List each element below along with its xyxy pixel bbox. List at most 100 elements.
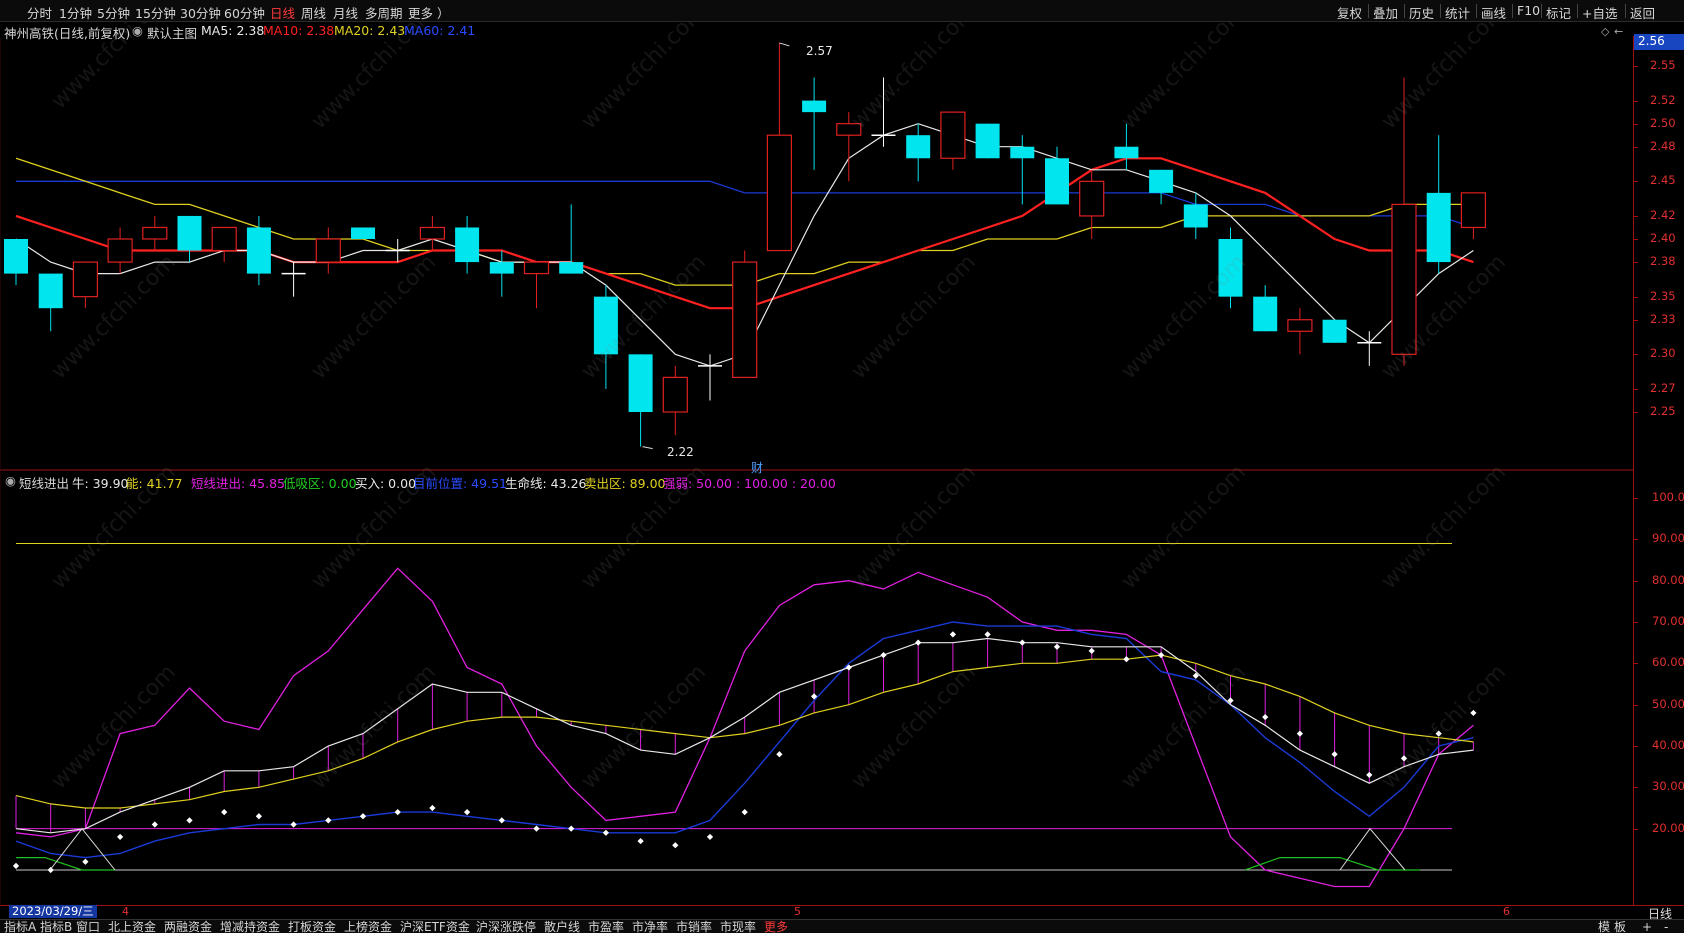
stock-title[interactable]: 神州高铁(日线,前复权): [4, 23, 130, 42]
btab-window[interactable]: 窗口: [76, 920, 100, 933]
statistics-button[interactable]: 统计: [1445, 3, 1470, 22]
btab-pcf[interactable]: 市现率: [720, 920, 756, 933]
board-button[interactable]: 板: [1614, 920, 1626, 933]
btab-pe[interactable]: 市盈率: [588, 920, 624, 933]
ma60-value: MA60: 2.41: [404, 23, 476, 38]
btab-etf-fund[interactable]: 沪深ETF资金: [400, 920, 470, 933]
history-button[interactable]: 历史: [1409, 3, 1434, 22]
main-indicator-name[interactable]: 默认主图: [147, 23, 197, 42]
low-zone-left: [16, 856, 115, 871]
btab-holding-change[interactable]: 增减持资金: [220, 920, 280, 933]
price-axis: [1633, 36, 1684, 906]
bottom-tabbar: 指标A 指标B 窗口 北上资金 两融资金 增减持资金 打板资金 上榜资金 沪深E…: [0, 919, 1684, 933]
price-label: 2.35: [1650, 288, 1676, 303]
btab-limit-stats[interactable]: 沪深涨跌停: [476, 920, 536, 933]
zoom-in-button[interactable]: +: [1642, 920, 1652, 933]
candle-body: [1322, 319, 1347, 343]
position-dot: [568, 825, 575, 832]
line-ma60: [16, 180, 1474, 229]
position-dot: [325, 817, 332, 824]
tab-1min[interactable]: 1分钟: [59, 3, 92, 22]
template-button[interactable]: 模: [1598, 920, 1610, 933]
price-label: 2.33: [1650, 311, 1676, 326]
position-dot: [880, 651, 887, 659]
tab-weekly[interactable]: 周线: [301, 3, 326, 22]
btab-margin[interactable]: 两融资金: [164, 920, 212, 933]
btab-indicator-a[interactable]: 指标A: [4, 920, 36, 933]
price-label: 2.42: [1650, 207, 1676, 222]
position-dot: [47, 866, 54, 874]
watermark: www.cfchi.com: [1377, 660, 1511, 794]
watermark: www.cfchi.com: [47, 250, 181, 384]
smx-value: 生命线: 43.26: [505, 476, 587, 491]
watermark: www.cfchi.com: [847, 660, 981, 794]
price-label: 2.25: [1650, 404, 1676, 418]
tab-daily[interactable]: 日线: [270, 3, 295, 22]
watermark: www.cfchi.com: [1117, 250, 1251, 384]
indicator-label: 100.0: [1652, 490, 1684, 504]
btab-more[interactable]: 更多: [764, 920, 788, 933]
price-label: 2.45: [1650, 173, 1676, 188]
tab-multi-period[interactable]: 多周期: [365, 3, 403, 22]
back-button[interactable]: 返回: [1630, 3, 1655, 22]
overlay-button[interactable]: 叠加: [1373, 3, 1398, 22]
btab-indicator-b[interactable]: 指标B: [40, 920, 72, 933]
btab-limit-up-fund[interactable]: 打板资金: [288, 920, 336, 933]
position-dot: [12, 862, 20, 869]
candle-body: [662, 376, 688, 413]
tab-60min[interactable]: 60分钟: [224, 3, 265, 22]
f10-button[interactable]: F10: [1517, 3, 1540, 18]
candle-body: [177, 215, 202, 251]
btab-ps[interactable]: 市销率: [676, 920, 712, 933]
diamond-icon[interactable]: ◇: [1601, 25, 1609, 38]
position-dot: [1366, 771, 1373, 779]
btab-retail-line[interactable]: 散户线: [544, 920, 580, 933]
position-dot: [637, 837, 644, 845]
indicator-label: 80.00: [1652, 572, 1684, 587]
watermark: www.cfchi.com: [577, 660, 711, 794]
btab-pb[interactable]: 市净率: [632, 920, 668, 933]
position-dot: [1053, 643, 1061, 650]
position-dot: [1331, 751, 1338, 758]
position-dot: [1019, 639, 1026, 646]
position-dot: [151, 821, 158, 828]
tab-5min[interactable]: 5分钟: [97, 3, 130, 22]
position-dot: [1262, 713, 1269, 721]
month-mark-4: 4: [122, 905, 129, 918]
tab-more[interactable]: 更多 ）: [408, 3, 449, 22]
price-label: 2.30: [1650, 346, 1676, 361]
zoom-out-button[interactable]: -: [1664, 920, 1668, 933]
position-dot: [429, 804, 436, 812]
ma5-value: MA5: 2.38: [201, 23, 265, 38]
line-energy: [15, 621, 1474, 859]
adjust-button[interactable]: 复权: [1337, 3, 1362, 22]
candle-body: [419, 226, 445, 240]
tab-fenshi[interactable]: 分时: [27, 3, 52, 22]
tab-monthly[interactable]: 月线: [333, 3, 358, 22]
draw-line-button[interactable]: 画线: [1481, 3, 1506, 22]
finance-marker[interactable]: 财: [751, 459, 763, 476]
price-label: 2.55: [1650, 58, 1676, 72]
tab-15min[interactable]: 15分钟: [135, 3, 176, 22]
position-dot: [255, 813, 263, 820]
settings-icon[interactable]: ◉: [132, 23, 143, 38]
sub-indicator-name[interactable]: 短线进出: [19, 473, 69, 492]
position-dot: [706, 833, 714, 841]
btab-list-fund[interactable]: 上榜资金: [344, 920, 392, 933]
tab-30min[interactable]: 30分钟: [180, 3, 221, 22]
add-watchlist-button[interactable]: +自选: [1582, 3, 1617, 22]
indicator-label: 30.00: [1652, 779, 1684, 794]
btab-northbound[interactable]: 北上资金: [108, 920, 156, 933]
mark-button[interactable]: 标记: [1546, 3, 1571, 22]
position-dot: [949, 631, 957, 638]
date-tag: 2023/03/29/三: [9, 905, 97, 918]
candle-body: [802, 100, 827, 113]
candle-body: [1460, 192, 1487, 229]
indicator-label: 60.00: [1652, 655, 1684, 670]
arrow-left-icon[interactable]: ←: [1614, 25, 1623, 38]
candle-body: [455, 227, 480, 263]
sub-settings-icon[interactable]: ◉: [5, 473, 16, 488]
candle-body: [351, 227, 375, 239]
price-label: 2.40: [1650, 231, 1676, 245]
month-mark-6: 6: [1503, 905, 1510, 918]
